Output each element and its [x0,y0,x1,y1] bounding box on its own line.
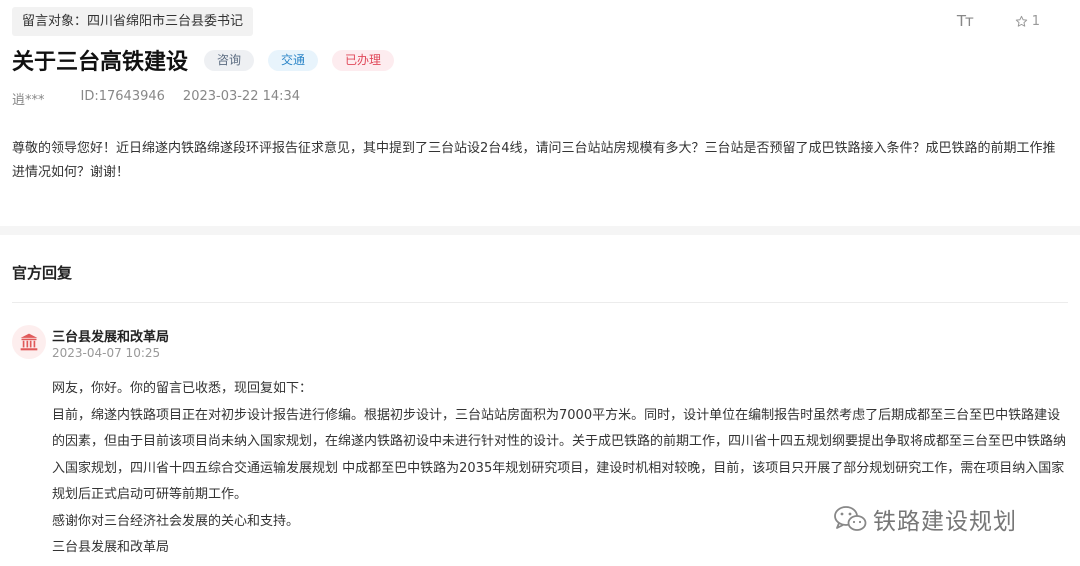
watermark: 铁路建设规划 [833,502,1017,536]
star-icon [1015,15,1027,27]
tag-traffic[interactable]: 交通 [268,49,319,71]
reply-paragraph: 网友，你好。你的留言已收悉，现回复如下： [52,381,313,396]
message-target-label: 留言对象：四川省绵阳市三台县委书记 [12,7,254,36]
wechat-icon [834,506,867,531]
divider [12,302,1068,303]
tag-consult[interactable]: 咨询 [204,49,255,71]
reply-paragraph: 目前，绵遂内铁路项目正在对初步设计报告进行修编。根据初步设计，三台站站房面积为7… [52,407,1067,503]
watermark-text: 铁路建设规划 [873,509,1017,535]
title-row: 关于三台高铁建设 咨询 交通 已办理 [12,44,395,76]
post-meta: 逍*** ID:17643946 2023-03-22 14:34 [12,89,318,108]
font-size-icon[interactable]: Tт [957,12,974,30]
favorite-button[interactable]: 1 [1015,14,1040,29]
reply-org-name: 三台县发展和改革局 [52,330,170,345]
post-title: 关于三台高铁建设 [12,50,189,75]
reply-signature: 三台县发展和改革局 [52,540,170,555]
top-actions: Tт 1 [957,12,1040,30]
post-id: ID:17643946 [80,89,165,104]
post-datetime: 2023-03-22 14:34 [182,89,301,104]
government-building-icon [20,333,38,351]
reply-date: 2023-04-07 10:25 [52,346,161,360]
favorite-count: 1 [1031,13,1040,29]
avatar [12,325,46,359]
author-name: 逍*** [12,93,45,108]
status-badge: 已办理 [332,49,395,71]
question-content: 尊敬的领导您好！近日绵遂内铁路绵遂段环评报告征求意见，其中提到了三台站设2台4线… [12,141,1056,180]
reply-heading: 官方回复 [12,264,73,282]
section-divider [0,226,1080,235]
